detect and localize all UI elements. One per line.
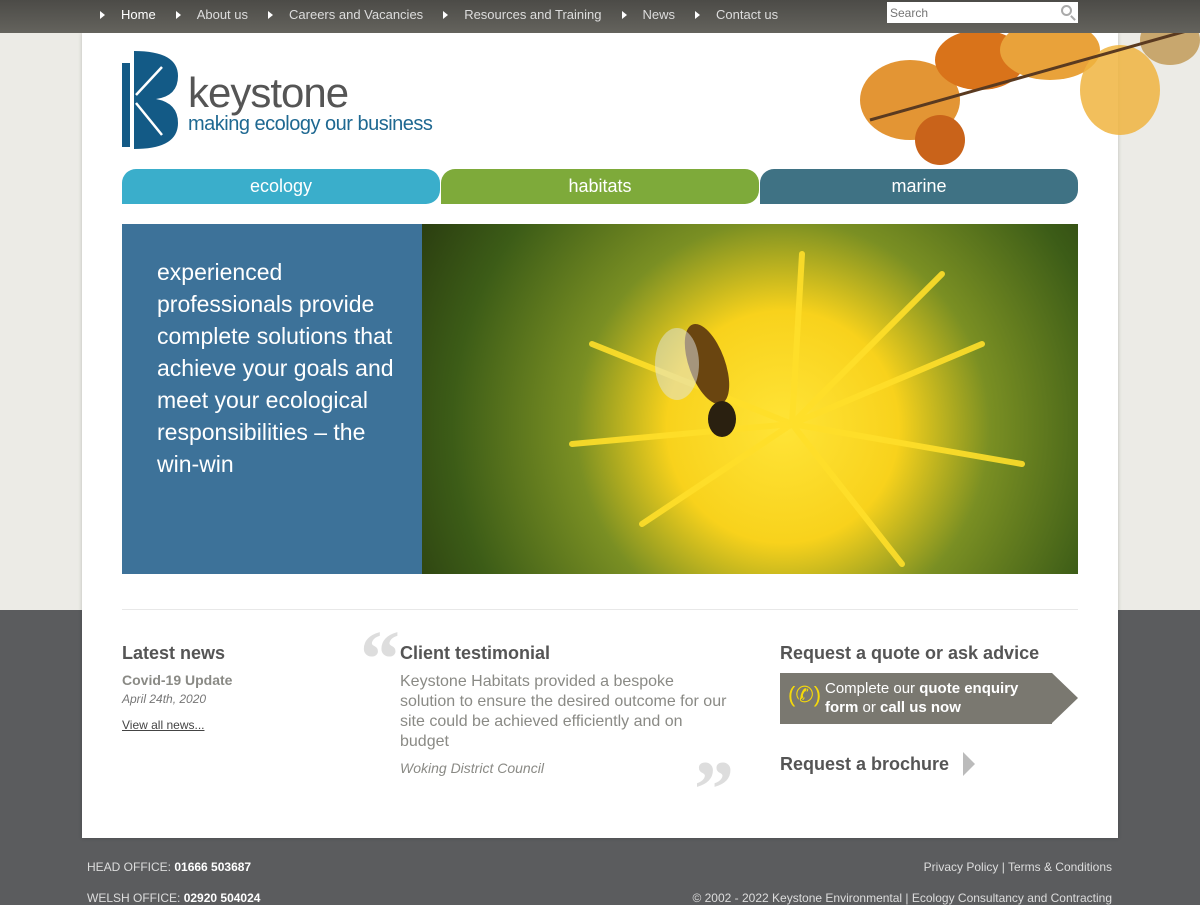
nav-label: Contact us (716, 7, 779, 22)
hero-banner: experienced professionals provide comple… (122, 224, 1078, 574)
divider (122, 609, 1078, 610)
search-icon[interactable] (1061, 5, 1072, 16)
view-all-news-link[interactable]: View all news... (122, 718, 232, 732)
hero-text: experienced professionals provide comple… (122, 224, 422, 574)
tab-marine[interactable]: marine (760, 169, 1078, 204)
head-office-phone: 01666 503687 (174, 860, 252, 874)
testimonial-author: Woking District Council (400, 760, 544, 776)
head-office-label: HEAD OFFICE: (87, 860, 175, 874)
logo-wordmark: keystone (188, 69, 349, 116)
welsh-office-label: WELSH OFFICE: (87, 891, 184, 905)
arrow-icon (695, 10, 701, 19)
footer-links: Privacy Policy | Terms & Conditions (924, 860, 1112, 874)
call-us-link[interactable]: call us now (880, 699, 961, 716)
brochure-label: Request a brochure (780, 753, 950, 774)
latest-news: Latest news Covid-19 Update April 24th, … (122, 643, 232, 732)
welsh-office-phone: 02920 504024 (183, 891, 261, 905)
search-input[interactable] (887, 5, 1047, 20)
nav-careers[interactable]: Careers and Vacancies (268, 7, 423, 22)
testimonial-quote: Keystone Habitats provided a bespoke sol… (400, 673, 727, 750)
nav-contact[interactable]: Contact us (695, 7, 778, 22)
request-brochure-button[interactable]: Request a brochure (780, 752, 1052, 776)
arrow-icon (621, 10, 627, 19)
quote-enquiry-button[interactable]: (✆) Complete our quote enquiry form or c… (780, 673, 1078, 724)
nav-label: News (642, 7, 676, 22)
nav-label: Home (121, 7, 156, 22)
separator: | (1001, 860, 1005, 874)
terms-link[interactable]: Terms & Conditions (1008, 860, 1112, 874)
tab-habitats[interactable]: habitats (441, 169, 759, 204)
client-testimonial: Client testimonial Keystone Habitats pro… (400, 643, 730, 776)
section-tabs: ecology habitats marine (122, 169, 1078, 204)
bee-on-dandelion-image (422, 224, 1078, 574)
quote-text: Complete our (825, 680, 920, 697)
quote-text: or (858, 699, 881, 716)
privacy-policy-link[interactable]: Privacy Policy (924, 860, 999, 874)
phone-icon: (✆) (788, 682, 822, 707)
request-quote: Request a quote or ask advice (✆) Comple… (780, 643, 1078, 776)
top-nav: Home About us Careers and Vacancies Reso… (0, 0, 1200, 33)
nav-resources[interactable]: Resources and Training (443, 7, 602, 22)
welsh-office: WELSH OFFICE: 02920 504024 (87, 891, 260, 905)
tab-ecology[interactable]: ecology (122, 169, 440, 204)
copyright: © 2002 - 2022 Keystone Environmental | E… (692, 891, 1112, 905)
search-box (887, 2, 1078, 23)
arrow-icon (100, 10, 105, 19)
keystone-logo-icon (122, 51, 178, 149)
arrow-icon (268, 10, 274, 19)
news-title[interactable]: Covid-19 Update (122, 672, 232, 688)
nav-label: Resources and Training (464, 7, 602, 22)
testimonial-heading: Client testimonial (400, 643, 551, 663)
logo[interactable]: keystone making ecology our business (122, 51, 433, 156)
news-date: April 24th, 2020 (122, 692, 207, 706)
head-office: HEAD OFFICE: 01666 503687 (87, 860, 251, 874)
arrow-icon (443, 10, 449, 19)
autumn-leaves-image (860, 20, 1200, 165)
open-quote-icon: “ (360, 616, 400, 704)
news-heading: Latest news (122, 643, 226, 663)
nav-news[interactable]: News (621, 7, 676, 22)
arrow-right-icon (963, 752, 976, 776)
close-quote-icon: ” (694, 746, 734, 834)
logo-tagline: making ecology our business (188, 113, 433, 135)
quote-heading: Request a quote or ask advice (780, 643, 1040, 663)
nav-label: About us (196, 7, 249, 22)
nav-about[interactable]: About us (175, 7, 249, 22)
nav-label: Careers and Vacancies (289, 7, 424, 22)
nav-home[interactable]: Home (100, 7, 156, 22)
arrow-icon (175, 10, 181, 19)
